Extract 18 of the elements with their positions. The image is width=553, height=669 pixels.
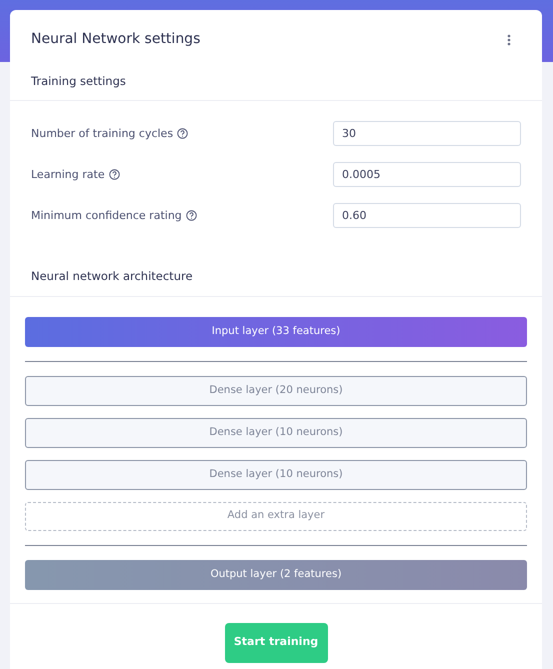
more-options-icon[interactable]: [507, 34, 511, 46]
dense-layer-block: Dense layer (10 neurons): [25, 418, 527, 448]
output-layer-bar: Output layer (2 features): [25, 560, 527, 590]
dense-layer-block: Dense layer (10 neurons): [25, 460, 527, 490]
help-icon[interactable]: [177, 128, 188, 140]
input-field[interactable]: 0.0005: [333, 162, 521, 188]
help-icon[interactable]: [108, 169, 120, 180]
field-label: Minimum confidence rating: [31, 208, 182, 224]
section-heading: Neural network architecture: [31, 269, 193, 284]
dense-layer-block: Dense layer (20 neurons): [25, 376, 527, 406]
card-title: Neural Network settings: [31, 30, 200, 49]
input-layer-bar: Input layer (33 features): [25, 316, 527, 346]
input-field[interactable]: 30: [333, 121, 521, 146]
help-icon[interactable]: [186, 210, 197, 222]
field-label: Learning rate: [31, 166, 105, 182]
input-field[interactable]: 0.60: [333, 203, 521, 228]
field-label: Number of training cycles: [31, 126, 174, 142]
section-heading: Training settings: [31, 74, 126, 88]
